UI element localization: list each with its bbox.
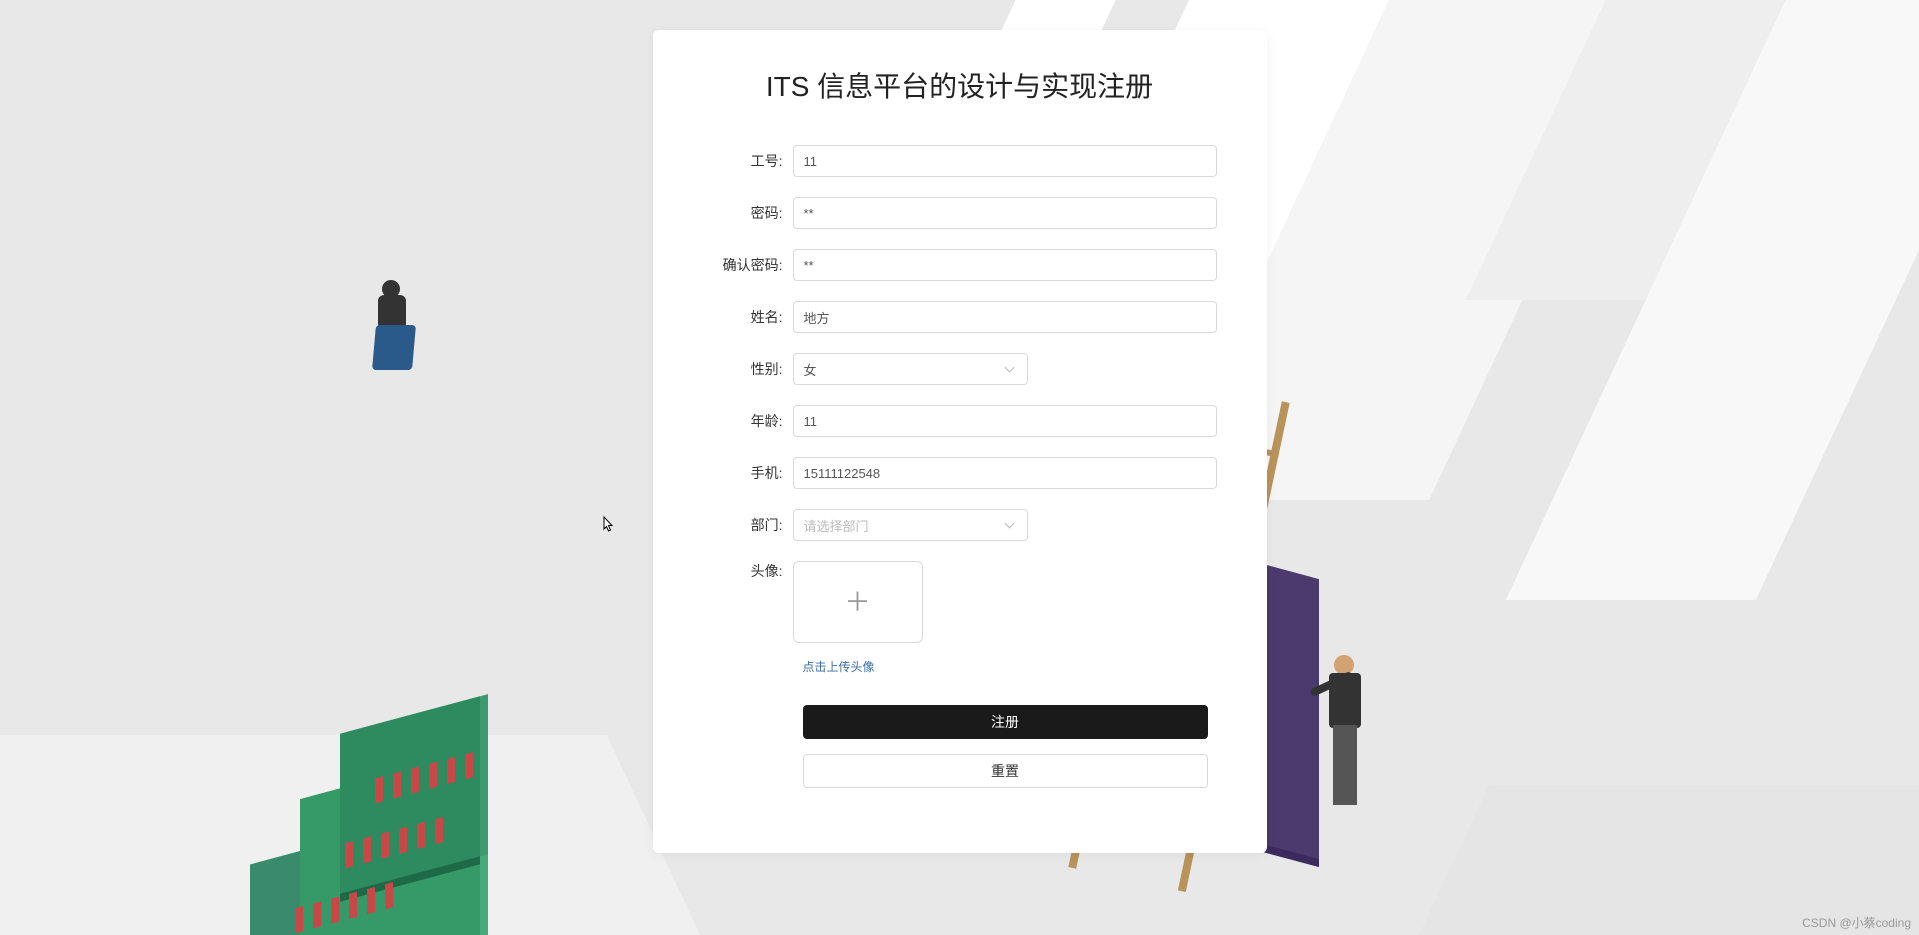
gender-select-value: 女 <box>804 360 1005 379</box>
gender-label: 性别: <box>703 359 793 379</box>
password-input[interactable] <box>793 197 1217 229</box>
name-input[interactable] <box>793 301 1217 333</box>
worker-id-input[interactable] <box>793 145 1217 177</box>
confirm-password-row: 确认密码: <box>703 249 1217 281</box>
reset-button[interactable]: 重置 <box>803 754 1208 788</box>
gender-row: 性别: 女 <box>703 353 1217 385</box>
page-title: ITS 信息平台的设计与实现注册 <box>703 65 1217 105</box>
registration-form-card: ITS 信息平台的设计与实现注册 工号: 密码: 确认密码: 姓名: 性别: 女… <box>653 30 1267 853</box>
watermark-text: CSDN @小蔡coding <box>1802 914 1911 931</box>
department-label: 部门: <box>703 515 793 535</box>
worker-id-row: 工号: <box>703 145 1217 177</box>
avatar-row: 头像: ＋ <box>703 561 1217 643</box>
gender-select[interactable]: 女 <box>793 353 1028 385</box>
avatar-upload-box[interactable]: ＋ <box>793 561 923 643</box>
avatar-label: 头像: <box>703 561 793 581</box>
submit-button[interactable]: 注册 <box>803 705 1208 739</box>
confirm-password-label: 确认密码: <box>703 255 793 275</box>
confirm-password-input[interactable] <box>793 249 1217 281</box>
department-select-placeholder: 请选择部门 <box>804 516 1005 535</box>
name-label: 姓名: <box>703 307 793 327</box>
phone-row: 手机: <box>703 457 1217 489</box>
plus-icon: ＋ <box>844 589 870 615</box>
chevron-down-icon <box>1005 520 1015 530</box>
phone-label: 手机: <box>703 463 793 483</box>
department-row: 部门: 请选择部门 <box>703 509 1217 541</box>
department-select[interactable]: 请选择部门 <box>793 509 1028 541</box>
phone-input[interactable] <box>793 457 1217 489</box>
password-label: 密码: <box>703 203 793 223</box>
person-sitting-illustration <box>360 280 430 390</box>
worker-id-label: 工号: <box>703 151 793 171</box>
avatar-upload-hint: 点击上传头像 <box>803 658 1217 675</box>
age-input[interactable] <box>793 405 1217 437</box>
age-label: 年龄: <box>703 411 793 431</box>
age-row: 年龄: <box>703 405 1217 437</box>
name-row: 姓名: <box>703 301 1217 333</box>
chevron-down-icon <box>1005 364 1015 374</box>
person-standing-illustration <box>1309 655 1379 835</box>
password-row: 密码: <box>703 197 1217 229</box>
